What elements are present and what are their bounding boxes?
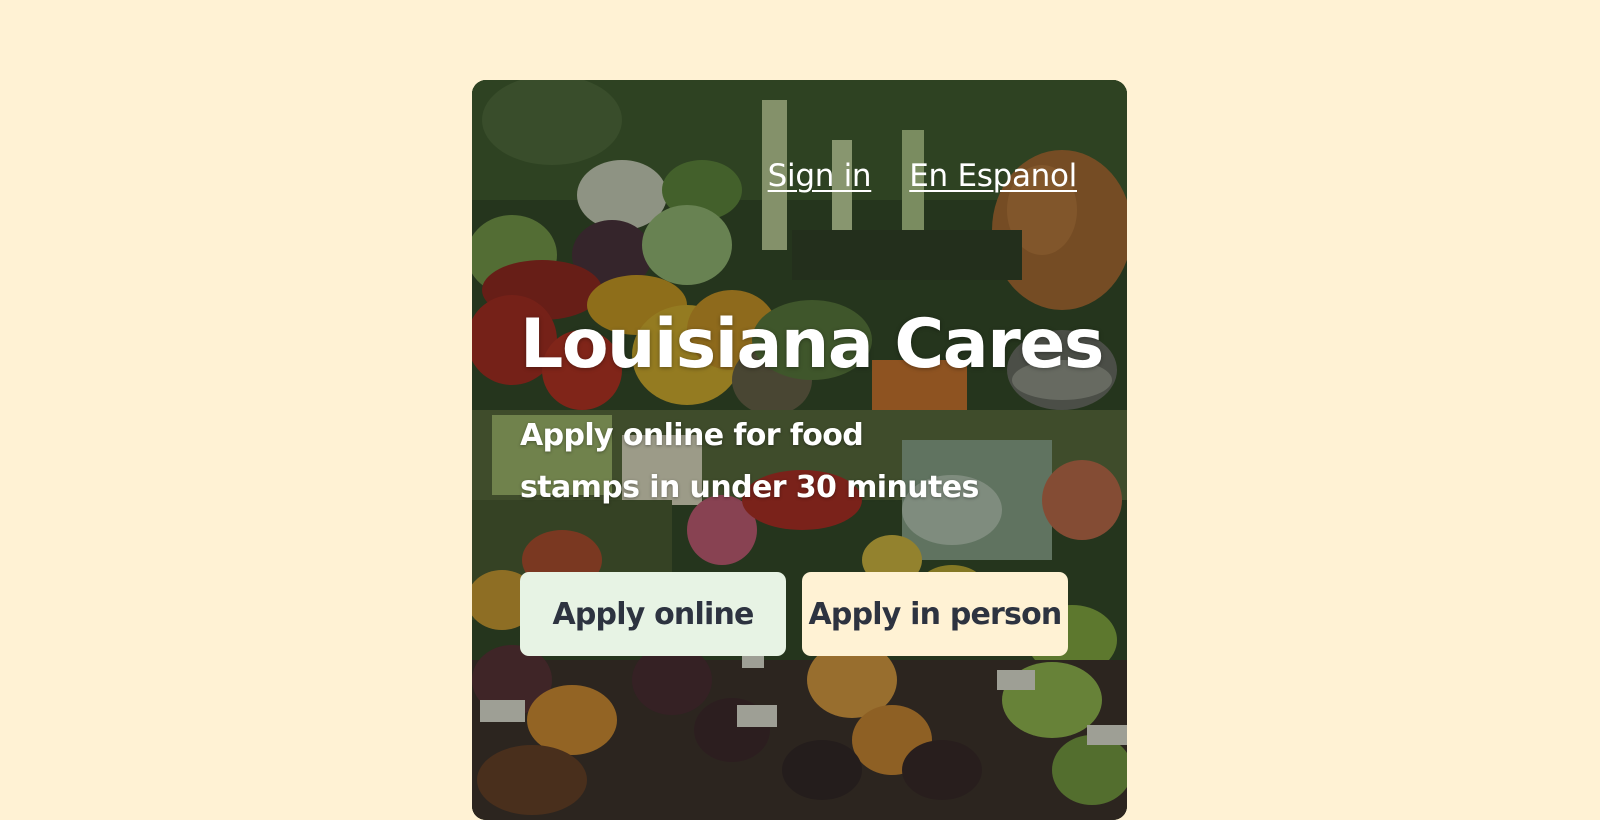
apply-online-button[interactable]: Apply online	[520, 572, 786, 656]
top-nav: Sign in En Espanol	[768, 158, 1078, 194]
hero-card: Sign in En Espanol Louisiana Cares Apply…	[472, 80, 1127, 820]
apply-in-person-button[interactable]: Apply in person	[802, 572, 1068, 656]
hero-subtitle: Apply online for food stamps in under 30…	[520, 418, 979, 505]
sign-in-link[interactable]: Sign in	[768, 158, 872, 194]
page-title: Louisiana Cares	[520, 305, 1104, 384]
spanish-language-link[interactable]: En Espanol	[909, 158, 1077, 194]
